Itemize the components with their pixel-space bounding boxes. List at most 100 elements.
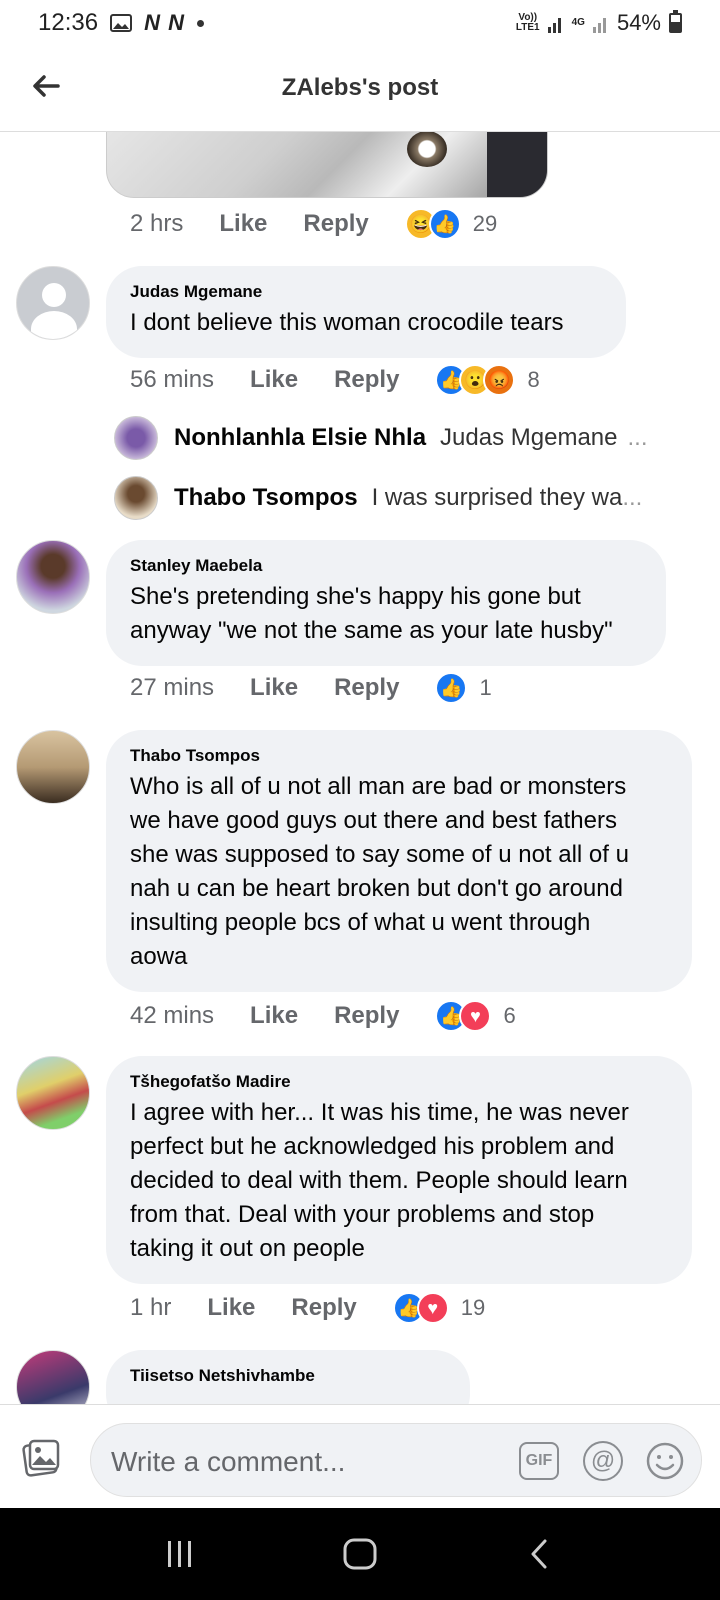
reaction-count: 29 bbox=[472, 211, 498, 236]
comment-text-line: insulting people bcs of what u went thro… bbox=[130, 909, 591, 936]
comment-input[interactable]: Write a comment... GIF @ bbox=[90, 1423, 702, 1497]
avatar[interactable] bbox=[16, 1056, 90, 1130]
comment-meta-row: 2 hrs Like Reply 😆 👍 29 bbox=[130, 208, 497, 240]
comment-time: 56 mins bbox=[130, 366, 215, 393]
comment-text: She's pretending she's happy his gone bu… bbox=[130, 580, 642, 648]
reply-avatar bbox=[114, 416, 158, 460]
comment-meta-row: 42 mins Like Reply 👍 ♥ 6 bbox=[130, 1000, 516, 1032]
news-icon: N N bbox=[144, 10, 185, 35]
comment-text-line: from that. Deal with your problems and s… bbox=[130, 1201, 595, 1228]
comment-bubble[interactable]: Tiisetso Netshivhambe bbox=[106, 1350, 470, 1404]
reactions-summary[interactable]: 👍 ♥ 19 bbox=[392, 1292, 486, 1324]
comment-meta-row: 27 mins Like Reply 👍 1 bbox=[130, 672, 492, 704]
volte-icon: Vo)) LTE1 bbox=[516, 13, 540, 33]
comment-text: Who is all of u not all man are bad or m… bbox=[130, 770, 668, 974]
comment-meta-row: 56 mins Like Reply 👍 😮 😡 8 bbox=[130, 364, 540, 396]
reactions-summary[interactable]: 😆 👍 29 bbox=[404, 208, 498, 240]
mention-button[interactable]: @ bbox=[583, 1441, 623, 1481]
home-icon bbox=[343, 1538, 377, 1570]
signal-icon-2 bbox=[592, 13, 609, 33]
photo-gallery-icon bbox=[22, 1439, 60, 1477]
recent-apps-button[interactable] bbox=[155, 1529, 205, 1579]
comment-text: I dont believe this woman crocodile tear… bbox=[130, 309, 564, 336]
reply-button[interactable]: Reply bbox=[291, 1294, 356, 1322]
avatar-body bbox=[31, 311, 77, 339]
reply-button[interactable]: Reply bbox=[334, 1002, 399, 1030]
comment-author[interactable]: Stanley Maebela bbox=[130, 556, 642, 576]
comment-image-preview[interactable] bbox=[106, 132, 548, 198]
comment-bubble[interactable]: Judas Mgemane I dont believe this woman … bbox=[106, 266, 626, 358]
comment-bubble[interactable]: Stanley Maebela She's pretending she's h… bbox=[106, 540, 666, 666]
reaction-count: 1 bbox=[479, 675, 492, 700]
status-left: 12:36 N N bbox=[38, 9, 204, 37]
reply-preview[interactable]: Nonhlanhla Elsie Nhla Judas Mgemane ... bbox=[114, 416, 674, 460]
comment-text-line: taking it out on people bbox=[130, 1235, 365, 1262]
comment-author[interactable]: Judas Mgemane bbox=[130, 282, 602, 302]
avatar[interactable] bbox=[16, 730, 90, 804]
comment-text-line: perfect but he acknowledged his problem … bbox=[130, 1133, 615, 1160]
battery-fill bbox=[671, 22, 680, 31]
notification-dot-icon bbox=[196, 19, 204, 27]
comment-author[interactable]: Tiisetso Netshivhambe bbox=[130, 1366, 446, 1386]
like-button[interactable]: Like bbox=[219, 210, 267, 238]
comment-list[interactable]: 2 hrs Like Reply 😆 👍 29 Judas Mgemane I … bbox=[0, 132, 720, 1404]
reply-preview[interactable]: Thabo Tsompos I was surprised they wa ..… bbox=[114, 476, 674, 520]
photo-gallery-button[interactable] bbox=[22, 1437, 62, 1477]
reaction-count: 6 bbox=[503, 1003, 516, 1028]
reply-avatar bbox=[114, 476, 158, 520]
back-nav-button[interactable] bbox=[515, 1529, 565, 1579]
like-button[interactable]: Like bbox=[207, 1294, 255, 1322]
like-button[interactable]: Like bbox=[250, 674, 298, 702]
comment-text-line: Who is all of u not all man are bad or m… bbox=[130, 773, 627, 800]
reaction-count: 19 bbox=[460, 1295, 486, 1320]
comment-composer: Write a comment... GIF @ bbox=[0, 1404, 720, 1508]
chevron-left-icon bbox=[531, 1539, 547, 1569]
comment-placeholder: Write a comment... bbox=[111, 1446, 346, 1477]
clock: 12:36 bbox=[38, 9, 99, 36]
signal-icon bbox=[547, 13, 564, 33]
like-button[interactable]: Like bbox=[250, 366, 298, 394]
comment-text-line: aowa bbox=[130, 943, 188, 970]
comment-meta-row: 1 hr Like Reply 👍 ♥ 19 bbox=[130, 1292, 485, 1324]
comment-text-line: anyway "we not the same as your late hus… bbox=[130, 617, 613, 644]
comment-bubble[interactable]: Tšhegofatšo Madire I agree with her... I… bbox=[106, 1056, 692, 1284]
reply-button[interactable]: Reply bbox=[334, 366, 399, 394]
reply-author: Thabo Tsompos bbox=[174, 484, 358, 511]
image-shadow bbox=[487, 132, 547, 197]
status-right: Vo)) LTE1 4G 54% bbox=[516, 10, 682, 36]
avatar-head bbox=[42, 283, 66, 307]
comment-text-line: decided to deal with them. People should… bbox=[130, 1167, 628, 1194]
avatar[interactable] bbox=[16, 540, 90, 614]
reactions-summary[interactable]: 👍 1 bbox=[435, 672, 492, 704]
reactions-summary[interactable]: 👍 😮 😡 8 bbox=[435, 364, 540, 396]
comment-text-line: I agree with her... It was his time, he … bbox=[130, 1099, 629, 1126]
like-button[interactable]: Like bbox=[250, 1002, 298, 1030]
comment-text: I agree with her... It was his time, he … bbox=[130, 1096, 668, 1266]
image-icon bbox=[110, 14, 133, 32]
avatar[interactable] bbox=[16, 1350, 90, 1404]
love-reaction-icon: ♥ bbox=[459, 1000, 492, 1032]
comment-author[interactable]: Thabo Tsompos bbox=[130, 746, 668, 766]
reply-ellipsis: ... bbox=[622, 484, 643, 511]
like-reaction-icon: 👍 bbox=[428, 208, 461, 240]
reactions-summary[interactable]: 👍 ♥ 6 bbox=[435, 1000, 516, 1032]
comment-time: 27 mins bbox=[130, 674, 215, 701]
comment-text-line: we have good guys out there and best fat… bbox=[130, 807, 617, 834]
comment-author[interactable]: Tšhegofatšo Madire bbox=[130, 1072, 668, 1092]
comment-text-line: She's pretending she's happy his gone bu… bbox=[130, 583, 581, 610]
reply-button[interactable]: Reply bbox=[334, 674, 399, 702]
network-4g-icon: 4G bbox=[571, 17, 585, 28]
reaction-count: 8 bbox=[527, 367, 540, 392]
emoji-button[interactable] bbox=[645, 1441, 685, 1481]
avatar[interactable] bbox=[16, 266, 90, 340]
home-button[interactable] bbox=[335, 1529, 385, 1579]
gif-button[interactable]: GIF bbox=[519, 1442, 559, 1480]
comment-bubble[interactable]: Thabo Tsompos Who is all of u not all ma… bbox=[106, 730, 692, 992]
watch-image bbox=[407, 132, 447, 167]
reply-button[interactable]: Reply bbox=[303, 210, 368, 238]
comment-text-line: nah u can be heart broken but don't go a… bbox=[130, 875, 623, 902]
page-title: ZAlebs's post bbox=[281, 74, 439, 101]
like-reaction-icon: 👍 bbox=[435, 672, 468, 704]
lte1-label: LTE1 bbox=[515, 22, 540, 33]
reply-text: I was surprised they wa bbox=[371, 484, 623, 511]
